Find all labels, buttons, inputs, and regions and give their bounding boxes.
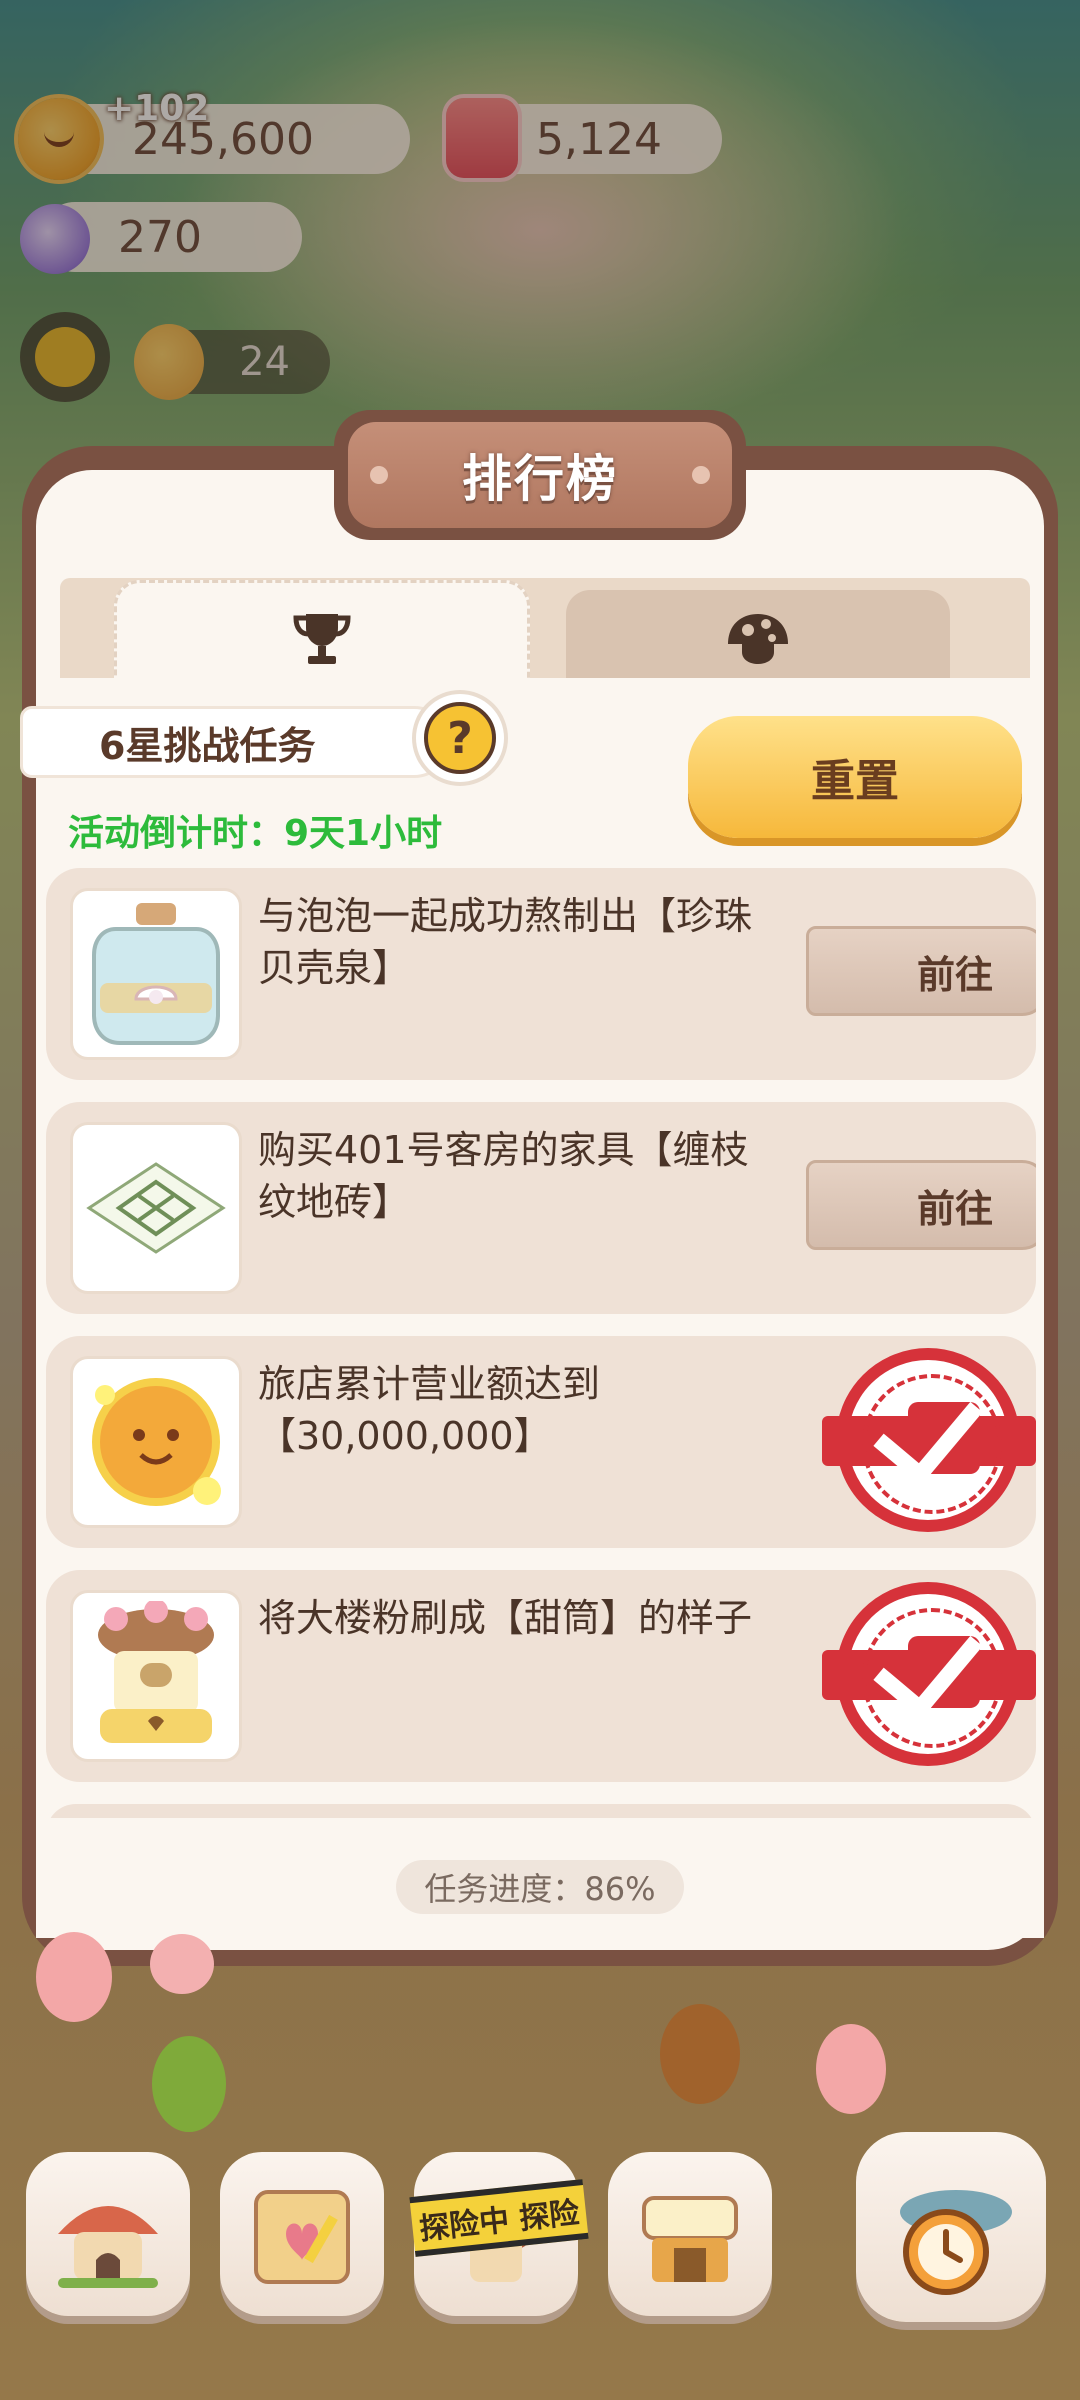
shop-icon	[642, 2196, 738, 2282]
house-button[interactable]	[26, 2152, 190, 2316]
house-icon	[58, 2206, 158, 2288]
stud-icon	[692, 466, 710, 484]
completed-stamp	[822, 1582, 1036, 1766]
trophy-icon	[293, 613, 351, 664]
help-button[interactable]: ?	[412, 690, 508, 786]
clock-button[interactable]	[856, 2132, 1046, 2322]
task-item: 与泡泡一起成功熬制出【珍珠贝壳泉】 前往	[46, 868, 1036, 1080]
stud-icon	[370, 466, 388, 484]
floor-tile-icon	[70, 1122, 242, 1294]
tab-trophy[interactable]	[114, 580, 530, 692]
challenge-label: 6星挑战任务	[20, 706, 450, 778]
building-icon	[70, 1590, 242, 1762]
go-button[interactable]: 前往	[806, 1160, 1036, 1250]
tab-mushroom[interactable]	[566, 590, 950, 686]
character-brown	[660, 2004, 740, 2104]
calendar-button[interactable]	[220, 2152, 384, 2316]
task-description: 旅店累计营业额达到【30,000,000】	[258, 1362, 601, 1458]
task-item: 旅店累计营业额达到【30,000,000】	[46, 1336, 1036, 1548]
task-description: 购买401号客房的家具【缠枝纹地砖】	[258, 1128, 749, 1224]
character-pink	[816, 2024, 886, 2114]
reset-button[interactable]: 重置	[688, 716, 1022, 838]
character-pink	[36, 1932, 112, 2022]
clock-icon	[900, 2190, 1012, 2295]
event-countdown: 活动倒计时：9天1小时	[68, 813, 443, 854]
calendar-icon	[254, 2190, 350, 2284]
pearl-jar-icon	[70, 888, 242, 1060]
cookie-coin-icon	[70, 1356, 242, 1528]
question-icon: ?	[424, 702, 496, 774]
go-button[interactable]: 前往	[806, 926, 1036, 1016]
character-green	[152, 2036, 226, 2132]
task-item-partial	[46, 1804, 1036, 1818]
task-list[interactable]: 与泡泡一起成功熬制出【珍珠贝壳泉】 前往 购买401号客房的家具【缠枝纹地砖】 …	[46, 868, 1036, 1818]
mushroom-icon	[728, 614, 788, 664]
character-pink	[150, 1934, 214, 1994]
shop-button[interactable]	[608, 2152, 772, 2316]
task-description: 将大楼粉刷成【甜筒】的样子	[258, 1596, 753, 1640]
task-item: 购买401号客房的家具【缠枝纹地砖】 前往	[46, 1102, 1036, 1314]
task-item: 将大楼粉刷成【甜筒】的样子	[46, 1570, 1036, 1782]
task-progress: 任务进度：86%	[396, 1860, 684, 1914]
completed-stamp	[822, 1348, 1036, 1532]
title-plate-face: 排行榜	[348, 422, 732, 528]
panel-title: 排行榜	[462, 450, 618, 508]
task-description: 与泡泡一起成功熬制出【珍珠贝壳泉】	[258, 894, 753, 990]
